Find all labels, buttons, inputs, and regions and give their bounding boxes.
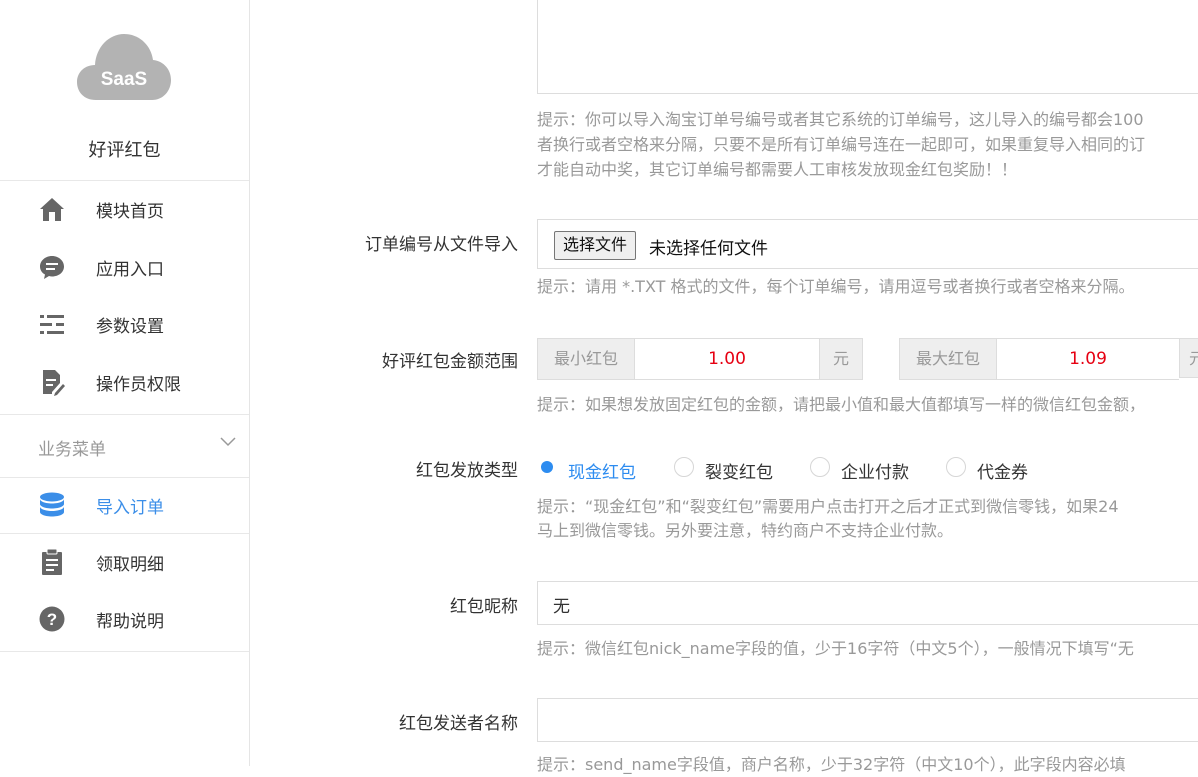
nick-name-value: 无 — [553, 597, 570, 617]
sidebar-item-operator-permissions[interactable]: 操作员权限 — [0, 353, 249, 409]
sidebar-item-settings[interactable]: 参数设置 — [0, 295, 249, 351]
send-name-input[interactable] — [537, 698, 1198, 742]
sidebar-item-label: 操作员权限 — [96, 375, 181, 395]
amount-range-label: 好评红包金额范围 — [382, 352, 518, 372]
chat-icon — [40, 256, 64, 279]
file-import-label: 订单编号从文件导入 — [365, 235, 518, 255]
sidebar-item-label: 导入订单 — [96, 498, 164, 518]
section-label: 业务菜单 — [38, 440, 106, 460]
type-hint-line: 提示：“现金红包”和“裂变红包”需要用户点击打开之后才正式到微信零钱，如果24 — [537, 497, 1119, 516]
max-amount-input[interactable]: 1.09 — [997, 338, 1179, 380]
amount-range-hint: 提示：如果想发放固定红包的金额，请把最小值和最大值都填写一样的微信红包金额， — [537, 395, 1146, 414]
list-settings-icon — [40, 315, 64, 334]
import-hint-line: 提示：你可以导入淘宝订单号编号或者其它系统的订单编号，这儿导入的编号都会100 — [537, 110, 1144, 129]
home-icon — [40, 198, 64, 221]
radio-dot — [946, 457, 966, 477]
import-hint-line: 者换行或者空格来分隔，只要不是所有订单编号连在一起即可，如果重复导入相同的订 — [537, 135, 1146, 154]
min-unit-addon: 元 — [819, 338, 863, 380]
min-amount-input[interactable]: 1.00 — [635, 338, 819, 380]
file-status-text: 未选择任何文件 — [649, 239, 768, 259]
business-menu-header[interactable]: 业务菜单 — [0, 414, 249, 478]
radio-label: 现金红包 — [568, 463, 636, 483]
max-unit-addon: 元 — [1179, 338, 1198, 378]
help-icon: ? — [39, 606, 65, 632]
document-edit-icon — [43, 370, 65, 396]
divider — [0, 651, 249, 652]
sidebar-item-import-orders[interactable]: 导入订单 — [0, 476, 249, 532]
choose-file-button[interactable]: 选择文件 — [554, 231, 637, 260]
max-amount-addon: 最大红包 — [899, 338, 997, 380]
file-import-hint: 提示：请用 *.TXT 格式的文件，每个订单编号，请用逗号或者换行或者空格来分隔… — [537, 277, 1135, 296]
sidebar-item-home[interactable]: 模块首页 — [0, 180, 249, 236]
nick-name-label: 红包昵称 — [450, 597, 518, 617]
order-numbers-textarea[interactable] — [537, 0, 1198, 94]
cloud-logo-icon: SaaS — [77, 34, 171, 100]
radio-dot — [810, 457, 830, 477]
radio-label: 裂变红包 — [705, 463, 773, 483]
chevron-down-icon — [220, 437, 236, 447]
radio-label: 企业付款 — [841, 463, 909, 483]
sidebar-item-label: 模块首页 — [96, 202, 164, 222]
send-name-label: 红包发送者名称 — [399, 714, 518, 734]
import-hint-line: 才能自动中奖，其它订单编号都需要人工审核发放现金红包奖励！！ — [537, 160, 1018, 179]
clipboard-icon — [42, 548, 62, 575]
sidebar: SaaS 好评红包 模块首页 应用入口 参数设置 操作员权限 业务菜单 导入订单… — [0, 0, 250, 766]
file-import-field: 选择文件 未选择任何文件 — [537, 219, 1198, 269]
sidebar-item-help[interactable]: ? 帮助说明 — [0, 590, 249, 646]
nick-name-input[interactable]: 无 — [537, 581, 1198, 625]
sidebar-item-label: 参数设置 — [96, 317, 164, 337]
nick-name-hint: 提示：微信红包nick_name字段的值，少于16字符（中文5个），一般情况下填… — [537, 639, 1134, 658]
type-hint-line: 马上到微信零钱。另外要注意，特约商户不支持企业付款。 — [537, 521, 954, 540]
radio-label: 代金券 — [977, 463, 1028, 483]
sidebar-item-claim-details[interactable]: 领取明细 — [0, 533, 249, 589]
min-amount-addon: 最小红包 — [537, 338, 635, 380]
sidebar-item-label: 领取明细 — [96, 555, 164, 575]
svg-text:?: ? — [47, 610, 57, 629]
radio-dot — [537, 457, 557, 477]
radio-dot — [674, 457, 694, 477]
database-icon — [40, 492, 64, 517]
sidebar-item-label: 帮助说明 — [96, 612, 164, 632]
logo-area: SaaS 好评红包 — [0, 0, 249, 181]
sidebar-item-label: 应用入口 — [96, 260, 164, 280]
send-name-hint: 提示：send_name字段值，商户名称，少于32字符（中文10个），此字段内容… — [537, 755, 1126, 774]
main-content: 提示：你可以导入淘宝订单号编号或者其它系统的订单编号，这儿导入的编号都会100 … — [250, 0, 1198, 774]
type-label: 红包发放类型 — [416, 461, 518, 481]
sidebar-item-app-entry[interactable]: 应用入口 — [0, 238, 249, 294]
app-name: 好评红包 — [88, 140, 161, 161]
logo-text: SaaS — [101, 69, 147, 90]
